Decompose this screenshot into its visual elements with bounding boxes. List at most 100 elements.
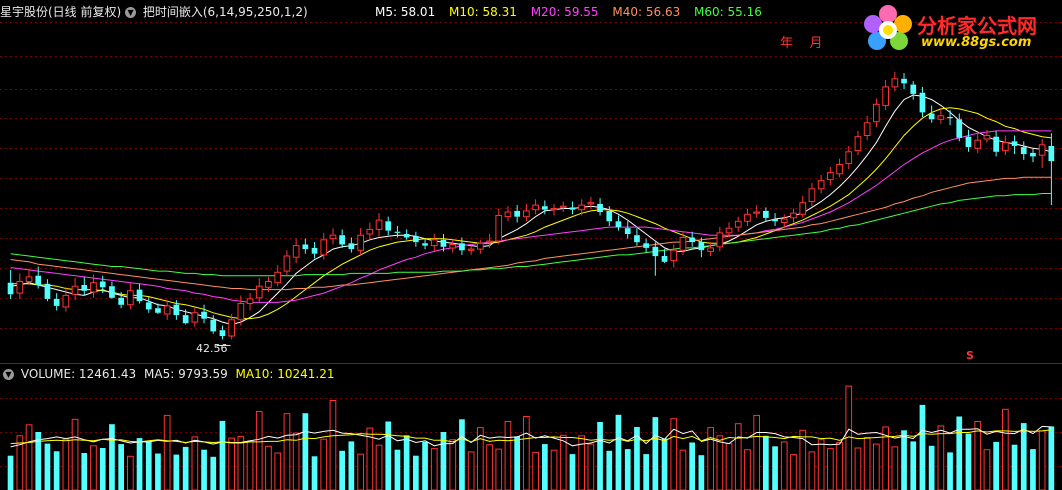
candle-body [7,282,14,295]
volume-bar [182,446,189,490]
candle [744,208,751,226]
candle [550,203,558,216]
volume-bar [339,450,345,490]
volume-bar [772,446,778,490]
candle-body [25,276,33,282]
s-marker: S [966,349,974,362]
volume-bar [615,414,622,490]
volume-bar [763,435,769,490]
volume-bar [302,413,309,490]
candle [1038,139,1046,168]
candle [311,242,318,259]
volume-bar [910,441,917,490]
candle [53,293,60,311]
volume-bar [486,444,493,490]
volume-bar [348,441,355,490]
volume-bar [734,423,742,490]
candle-body [62,294,70,308]
candle [348,237,355,253]
volume-bar [71,418,79,490]
candle [422,238,428,250]
candle-body [542,206,548,210]
candle [763,207,769,222]
volume-bar [532,451,539,490]
volume-bar [7,455,14,490]
candle [863,115,871,141]
volume-bar [679,449,687,490]
candle-body [854,136,862,152]
candle-body [863,122,871,137]
candle-body [440,239,447,247]
volume-bar [25,424,33,490]
candle-body [495,215,503,242]
volume-bar [191,436,199,490]
candle-body [937,115,945,120]
candle-body [698,242,705,251]
volume-bar [956,416,963,490]
candle [716,227,724,252]
watermark-logo: 分析家公式网 www.88gs.com [859,2,1054,54]
indicator-name[interactable]: 把时间嵌入 [143,5,203,19]
candle-body [559,205,567,208]
volume-bar [1011,444,1018,490]
candle-body [919,92,926,113]
candle-body [274,271,282,284]
volume-bar [993,441,999,490]
volume-header: ▼ VOLUME: 12461.43 MA5: 9793.59 MA10: 10… [3,367,335,381]
candle [817,174,825,194]
volume-bar [661,438,668,490]
volume-bar [228,437,236,490]
candle-body [394,231,401,233]
candle-body [1048,146,1055,162]
volume-bar [394,449,401,490]
volume-bar [385,421,392,490]
candle [357,228,364,257]
candle [16,273,24,299]
candle [569,201,576,215]
volume-bar [542,444,548,490]
candle [339,229,345,248]
candle-body [228,319,236,337]
candle-body [486,240,493,243]
candle [191,307,199,327]
volume-bar [430,448,438,490]
volume-bar [569,454,576,490]
candle [956,113,963,142]
candle [974,132,982,153]
ma-line-m5 [10,94,1052,325]
candle [292,238,300,263]
volume-bar [725,443,733,490]
candle [707,242,714,257]
chevron-down-icon[interactable]: ▼ [125,7,137,18]
candle [136,283,143,304]
candle-body [477,242,484,250]
volume-bar [523,416,530,490]
candle [652,242,659,276]
candle [246,293,254,311]
volume-bar [237,435,245,490]
candle [514,205,520,223]
candle [201,304,207,324]
chevron-down-icon[interactable]: ▼ [3,369,14,380]
candle-body [901,78,907,84]
candle [919,86,926,118]
candle-body [947,117,953,119]
volume-bar [707,427,714,490]
volume-bar [255,411,263,490]
candle-body [1002,142,1009,152]
candle [71,278,79,301]
candle-body [873,103,880,123]
volume-bar [559,434,567,490]
kline-chart [0,22,1062,490]
candle-body [578,204,585,211]
candle [430,234,438,252]
volume-bar [817,439,825,490]
candle-body [679,237,687,251]
volume-bar [947,452,953,490]
volume-bar [780,441,788,490]
candle-body [35,275,42,285]
candle-body [283,255,291,272]
candle-body [44,283,51,299]
candle-body [882,86,889,106]
candle-body [763,210,769,218]
